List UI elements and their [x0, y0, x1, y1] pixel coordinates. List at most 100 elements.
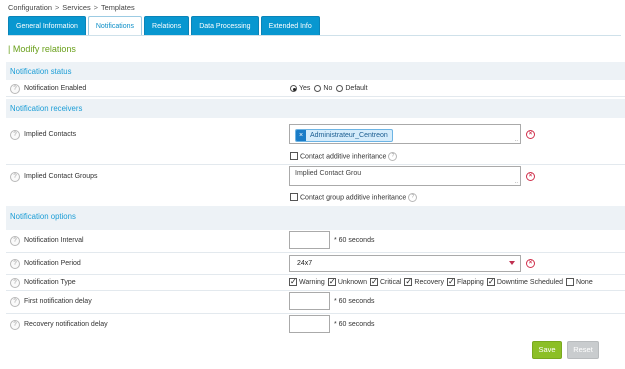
- help-icon[interactable]: ?: [10, 130, 20, 140]
- section-title-receivers: Notification receivers: [10, 104, 83, 113]
- tab-divider: [8, 35, 621, 36]
- group-additive-label: Contact group additive inheritance?: [300, 193, 418, 202]
- notification-type-label: Notification Type: [24, 279, 76, 286]
- radio-no[interactable]: No: [314, 85, 332, 92]
- clear-contacts-icon[interactable]: ×: [526, 130, 535, 139]
- implied-contact-groups-select[interactable]: Implied Contact Grou ..: [289, 166, 521, 186]
- type-warning-checkbox[interactable]: [289, 277, 297, 286]
- help-icon[interactable]: ?: [10, 259, 20, 269]
- type-critical-label: Critical: [380, 278, 402, 286]
- tab-notifications[interactable]: Notifications: [87, 16, 143, 35]
- notification-enabled-label: Notification Enabled: [24, 85, 87, 92]
- type-unknown-checkbox[interactable]: [327, 277, 336, 286]
- type-flapping-label: Flapping: [456, 278, 484, 286]
- breadcrumb-separator: >: [54, 3, 60, 12]
- notification-type-options: Warning Unknown Critical Recovery Flappi…: [289, 277, 596, 286]
- contact-chip: × Administrateur_Centreon: [295, 129, 393, 142]
- breadcrumb-item-services[interactable]: Services: [62, 3, 90, 12]
- notification-enabled-radio-group: Yes No Default: [290, 85, 370, 92]
- clear-period-icon[interactable]: ×: [526, 259, 535, 268]
- implied-contacts-select[interactable]: × Administrateur_Centreon ..: [289, 124, 521, 144]
- help-icon[interactable]: ?: [408, 193, 418, 202]
- row-divider: [6, 252, 625, 253]
- tab-extended-info[interactable]: Extended Info: [260, 16, 320, 35]
- save-button[interactable]: Save: [532, 341, 562, 359]
- contact-additive-text: Contact additive inheritance: [300, 153, 387, 161]
- section-header-receivers: [6, 99, 625, 118]
- type-unknown-label: Unknown: [337, 278, 367, 286]
- help-icon[interactable]: ?: [10, 297, 20, 307]
- type-downtime-scheduled[interactable]: Downtime Scheduled: [486, 277, 563, 286]
- type-recovery[interactable]: Recovery: [404, 277, 444, 286]
- radio-default-button[interactable]: [336, 85, 344, 92]
- contact-additive-checkbox[interactable]: [290, 152, 298, 160]
- type-flapping-checkbox[interactable]: [446, 277, 455, 286]
- chip-remove-icon[interactable]: ×: [296, 130, 306, 141]
- recovery-notification-delay-unit: * 60 seconds: [334, 321, 375, 328]
- type-none[interactable]: None: [565, 278, 593, 286]
- tab-relations[interactable]: Relations: [144, 16, 190, 35]
- chip-label: Administrateur_Centreon: [310, 132, 388, 139]
- help-icon[interactable]: ?: [388, 152, 398, 161]
- type-recovery-checkbox[interactable]: [404, 277, 413, 286]
- help-icon[interactable]: ?: [10, 84, 20, 94]
- help-icon[interactable]: ?: [10, 278, 20, 288]
- type-warning-label: Warning: [299, 278, 325, 286]
- breadcrumb-separator: >: [93, 3, 98, 12]
- section-header-options: [6, 206, 625, 230]
- type-critical-checkbox[interactable]: [370, 277, 378, 286]
- contact-groups-placeholder: Implied Contact Grou: [295, 170, 362, 177]
- type-downtime-scheduled-checkbox[interactable]: [486, 277, 495, 286]
- first-notification-delay-input[interactable]: [289, 292, 330, 310]
- type-downtime-scheduled-label: Downtime Scheduled: [496, 278, 563, 286]
- row-divider: [6, 96, 625, 97]
- group-additive-checkbox[interactable]: [290, 193, 298, 201]
- first-notification-delay-label: First notification delay: [24, 298, 92, 305]
- tab-bar: General Information Notifications Relati…: [8, 16, 320, 35]
- clear-contact-groups-icon[interactable]: ×: [526, 172, 535, 181]
- type-critical[interactable]: Critical: [370, 277, 402, 286]
- row-divider: [6, 313, 625, 314]
- radio-yes[interactable]: Yes: [290, 85, 310, 92]
- help-icon[interactable]: ?: [10, 172, 20, 182]
- notification-interval-input[interactable]: [289, 231, 330, 249]
- row-divider: [6, 164, 625, 165]
- breadcrumb-item-templates[interactable]: Templates: [101, 3, 135, 12]
- group-additive-text: Contact group additive inheritance: [300, 194, 407, 202]
- resize-grip-icon[interactable]: ..: [515, 179, 518, 185]
- resize-grip-icon[interactable]: ..: [515, 137, 518, 143]
- help-icon[interactable]: ?: [10, 236, 20, 246]
- notification-period-select[interactable]: 24x7: [289, 255, 521, 272]
- type-warning[interactable]: Warning: [289, 277, 325, 286]
- radio-yes-button[interactable]: [290, 85, 297, 92]
- row-divider: [6, 274, 625, 275]
- notification-period-label: Notification Period: [24, 260, 81, 267]
- section-title-options: Notification options: [10, 212, 76, 221]
- type-none-label: None: [575, 278, 593, 286]
- section-title-status: Notification status: [10, 67, 72, 76]
- reset-button[interactable]: Reset: [567, 341, 599, 359]
- radio-default[interactable]: Default: [336, 85, 368, 92]
- implied-contacts-label: Implied Contacts: [24, 131, 77, 138]
- notification-interval-label: Notification Interval: [24, 237, 84, 244]
- radio-default-label: Default: [345, 85, 368, 92]
- row-divider: [6, 290, 625, 291]
- tab-data-processing[interactable]: Data Processing: [191, 16, 259, 35]
- section-header-status: [6, 62, 625, 80]
- type-none-checkbox[interactable]: [565, 278, 574, 286]
- type-unknown[interactable]: Unknown: [327, 277, 367, 286]
- help-icon[interactable]: ?: [10, 320, 20, 330]
- recovery-notification-delay-input[interactable]: [289, 315, 330, 333]
- type-flapping[interactable]: Flapping: [446, 277, 484, 286]
- contact-additive-label: Contact additive inheritance?: [300, 152, 398, 161]
- notification-interval-unit: * 60 seconds: [334, 237, 375, 244]
- radio-yes-label: Yes: [299, 85, 311, 92]
- radio-no-button[interactable]: [314, 85, 322, 92]
- notification-period-value: 24x7: [297, 260, 313, 267]
- radio-no-label: No: [323, 85, 333, 92]
- tab-general-information[interactable]: General Information: [8, 16, 86, 35]
- chevron-down-icon[interactable]: [509, 261, 515, 265]
- implied-contact-groups-label: Implied Contact Groups: [24, 173, 98, 180]
- page-title: | Modify relations: [8, 44, 76, 54]
- breadcrumb-item-configuration[interactable]: Configuration: [8, 3, 52, 12]
